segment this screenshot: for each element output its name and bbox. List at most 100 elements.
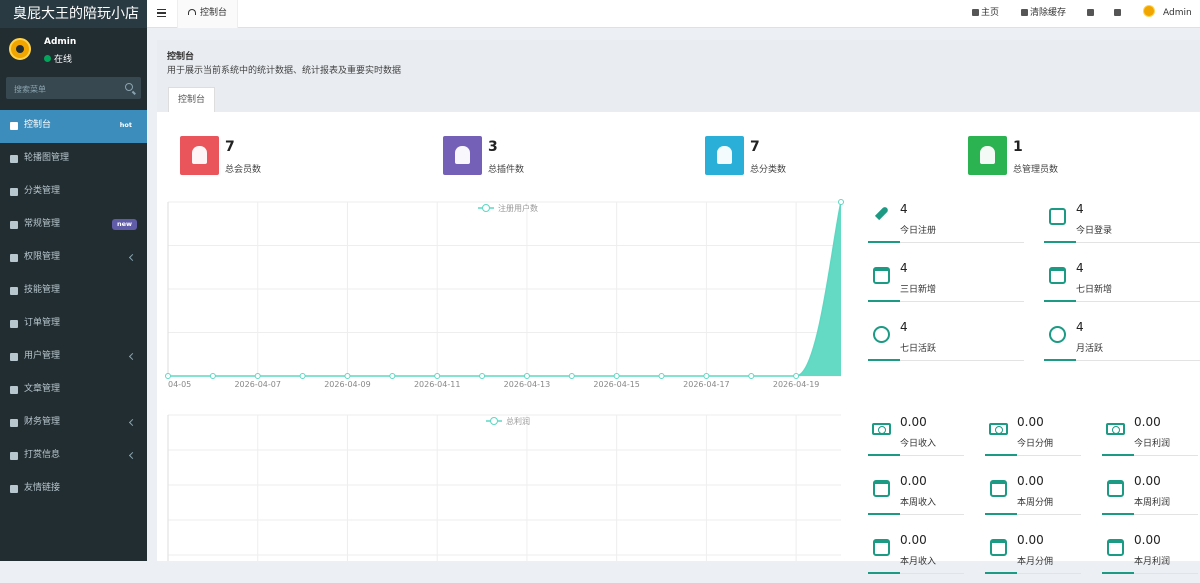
calendar-plus-icon	[1107, 539, 1124, 556]
tab-dashboard-label: 控制台	[200, 8, 228, 18]
stat-label: 总插件数	[488, 165, 525, 175]
metric-underline	[1102, 572, 1198, 574]
sidebar-item-7[interactable]: 用户管理	[0, 341, 147, 374]
menu-badge: hot	[114, 120, 137, 131]
metric-label: 七日新增	[1076, 285, 1113, 295]
metric-label: 本周分佣	[1017, 498, 1054, 508]
stat-value: 7	[750, 139, 760, 155]
metric-value: 4	[1076, 320, 1084, 334]
app-title[interactable]: 臭屁大王的陪玩小店	[0, 0, 147, 28]
sidebar-item-8[interactable]: 文章管理	[0, 374, 147, 407]
chevron-left-icon	[128, 253, 137, 262]
sidebar-item-9[interactable]: 财务管理	[0, 407, 147, 440]
fullscreen-button[interactable]	[1114, 0, 1123, 28]
metric-value: 0.00	[1017, 474, 1044, 488]
tab-console[interactable]: 控制台	[168, 87, 215, 112]
calendar-icon	[873, 480, 890, 497]
trash-icon	[1021, 9, 1028, 16]
user-icon	[968, 136, 1007, 175]
sidebar-item-2[interactable]: 分类管理	[0, 176, 147, 209]
stat-value: 3	[488, 139, 498, 155]
stat-box: 7 总分类数	[705, 136, 925, 176]
metric-value: 4	[900, 320, 908, 334]
metric-underline	[1044, 300, 1200, 302]
leaf-icon	[705, 136, 744, 175]
metric-label: 本周利润	[1134, 498, 1171, 508]
calendar-plus-icon	[1049, 267, 1066, 284]
stat-label: 总管理员数	[1013, 165, 1059, 175]
sidebar-item-11[interactable]: 友情链接	[0, 473, 147, 506]
metric-label: 今日利润	[1134, 439, 1171, 449]
rocket-icon	[873, 208, 890, 225]
sidebar-item-label: 用户管理	[24, 351, 61, 361]
list-icon	[10, 320, 18, 328]
stat-box: 1 总管理员数	[968, 136, 1188, 176]
book-icon	[10, 188, 18, 196]
content-header: 控制台 用于展示当前系统中的统计数据、统计报表及重要实时数据 控制台	[157, 40, 1200, 112]
sidebar-item-4[interactable]: 权限管理	[0, 242, 147, 275]
metric-value: 0.00	[1134, 474, 1161, 488]
sidebar-item-label: 常规管理	[24, 219, 61, 229]
admin-avatar	[1143, 5, 1155, 17]
tab-dashboard[interactable]: 控制台	[177, 0, 239, 28]
admin-menu[interactable]: Admin	[1143, 0, 1192, 28]
search-input[interactable]	[6, 78, 116, 101]
user-circle-icon	[873, 326, 890, 343]
user-circle-icon	[1049, 326, 1066, 343]
user-circle-icon	[10, 353, 18, 361]
metric-card: 4 月活跃	[1044, 320, 1200, 370]
gift-icon	[10, 452, 18, 460]
sidebar-item-10[interactable]: 打赏信息	[0, 440, 147, 473]
search-icon[interactable]	[125, 83, 133, 91]
chevron-left-icon	[128, 451, 137, 460]
file-icon	[10, 287, 18, 295]
dashboard-icon	[188, 9, 196, 15]
sidebar-item-label: 权限管理	[24, 252, 61, 262]
hamburger-icon[interactable]	[157, 9, 166, 17]
user-name: Admin	[44, 37, 77, 47]
sidebar-item-label: 控制台	[24, 120, 52, 130]
sidebar-item-label: 技能管理	[24, 285, 61, 295]
calendar-icon	[873, 267, 890, 284]
metric-card: 0.00 今日分佣	[985, 415, 1093, 465]
sidebar-item-5[interactable]: 技能管理	[0, 275, 147, 308]
user-status: 在线	[44, 52, 72, 65]
metric-value: 4	[1076, 202, 1084, 216]
metric-card: 4 七日活跃	[868, 320, 1036, 370]
home-link[interactable]: 主页	[972, 0, 999, 28]
stat-label: 总分类数	[750, 165, 787, 175]
metric-underline	[868, 359, 1024, 361]
metric-underline	[1102, 513, 1198, 515]
stat-label: 总会员数	[225, 165, 262, 175]
metric-value: 4	[900, 261, 908, 275]
metric-card: 0.00 今日利润	[1102, 415, 1200, 465]
stat-value: 7	[225, 139, 235, 155]
stat-value: 1	[1013, 139, 1023, 155]
metric-value: 4	[1076, 261, 1084, 275]
sidebar-item-0[interactable]: 控制台 hot	[0, 110, 147, 143]
metric-label: 今日分佣	[1017, 439, 1054, 449]
stat-box: 7 总会员数	[180, 136, 400, 176]
cogs-icon	[10, 221, 18, 229]
money-icon	[872, 423, 891, 435]
dashboard-icon	[10, 122, 18, 130]
metric-underline	[1102, 454, 1198, 456]
metric-underline	[1044, 241, 1200, 243]
metric-underline	[985, 572, 1081, 574]
sidebar-item-3[interactable]: 常规管理 new	[0, 209, 147, 242]
metric-value: 0.00	[1134, 533, 1161, 547]
metric-card: 0.00 本月收入	[868, 533, 976, 583]
top-header: 控制台 主页 清除缓存 Admin	[147, 0, 1200, 28]
metric-value: 0.00	[1017, 415, 1044, 429]
id-card-icon	[1049, 208, 1066, 225]
metric-label: 七日活跃	[900, 344, 937, 354]
money-icon	[989, 423, 1008, 435]
newspaper-icon	[10, 386, 18, 394]
clear-cache-button[interactable]: 清除缓存	[1021, 0, 1066, 28]
sidebar-item-6[interactable]: 订单管理	[0, 308, 147, 341]
metric-value: 4	[900, 202, 908, 216]
sidebar-item-1[interactable]: 轮播图管理	[0, 143, 147, 176]
metric-value: 0.00	[900, 474, 927, 488]
translate-button[interactable]	[1087, 0, 1096, 28]
page-description: 用于展示当前系统中的统计数据、统计报表及重要实时数据	[167, 66, 402, 76]
